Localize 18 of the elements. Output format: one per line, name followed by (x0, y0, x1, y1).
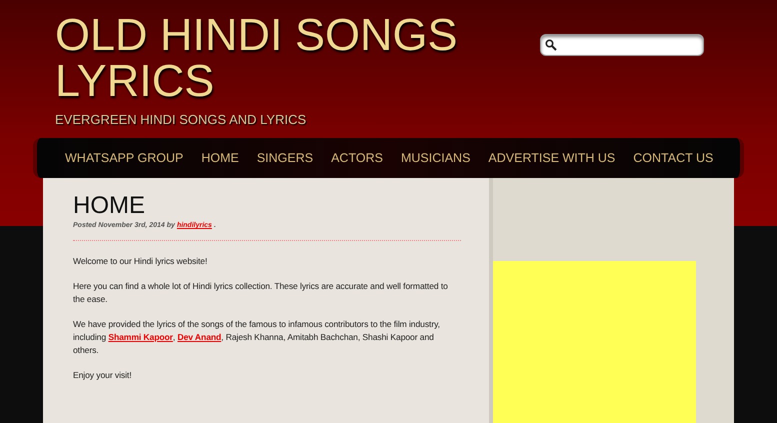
nav-link[interactable]: CONTACT US (633, 148, 714, 168)
text-link[interactable]: Dev Anand (178, 332, 222, 342)
post-paragraph: Enjoy your visit! (73, 368, 132, 382)
post-paragraph: We have provided the lyrics of the songs of the famous to infamous contributors to the film industry, including Shammi Kapoor, Dev Anand, Rajesh Khanna, Amitabh Bachchan, Shashi Kapoor and others. (73, 318, 441, 356)
text-link[interactable]: Shammi Kapoor (108, 332, 173, 342)
nav-link[interactable]: MUSICIANS (400, 148, 470, 168)
site-title[interactable]: OLD HINDI SONGS LYRICS (55, 12, 475, 104)
post-paragraph: Welcome to our Hindi lyrics website! (73, 254, 208, 268)
nav-link[interactable]: WHATSAPP GROUP (65, 148, 184, 168)
post-title: HOME (73, 192, 146, 220)
nav-link[interactable]: SINGERS (256, 148, 314, 168)
nav-link[interactable]: ADVERTISE WITH US (488, 148, 616, 168)
search-icon (545, 39, 557, 51)
post-paragraph: Here you can find a whole lot of Hindi lyrics collection. These lyrics are accurate and well formatted to the ease. (73, 280, 449, 306)
nav-link[interactable]: ACTORS (331, 148, 383, 168)
nav-link[interactable]: HOME (201, 148, 239, 168)
search-field[interactable] (540, 34, 704, 56)
site-tagline: EVERGREEN HINDI SONGS AND LYRICS (55, 111, 308, 129)
